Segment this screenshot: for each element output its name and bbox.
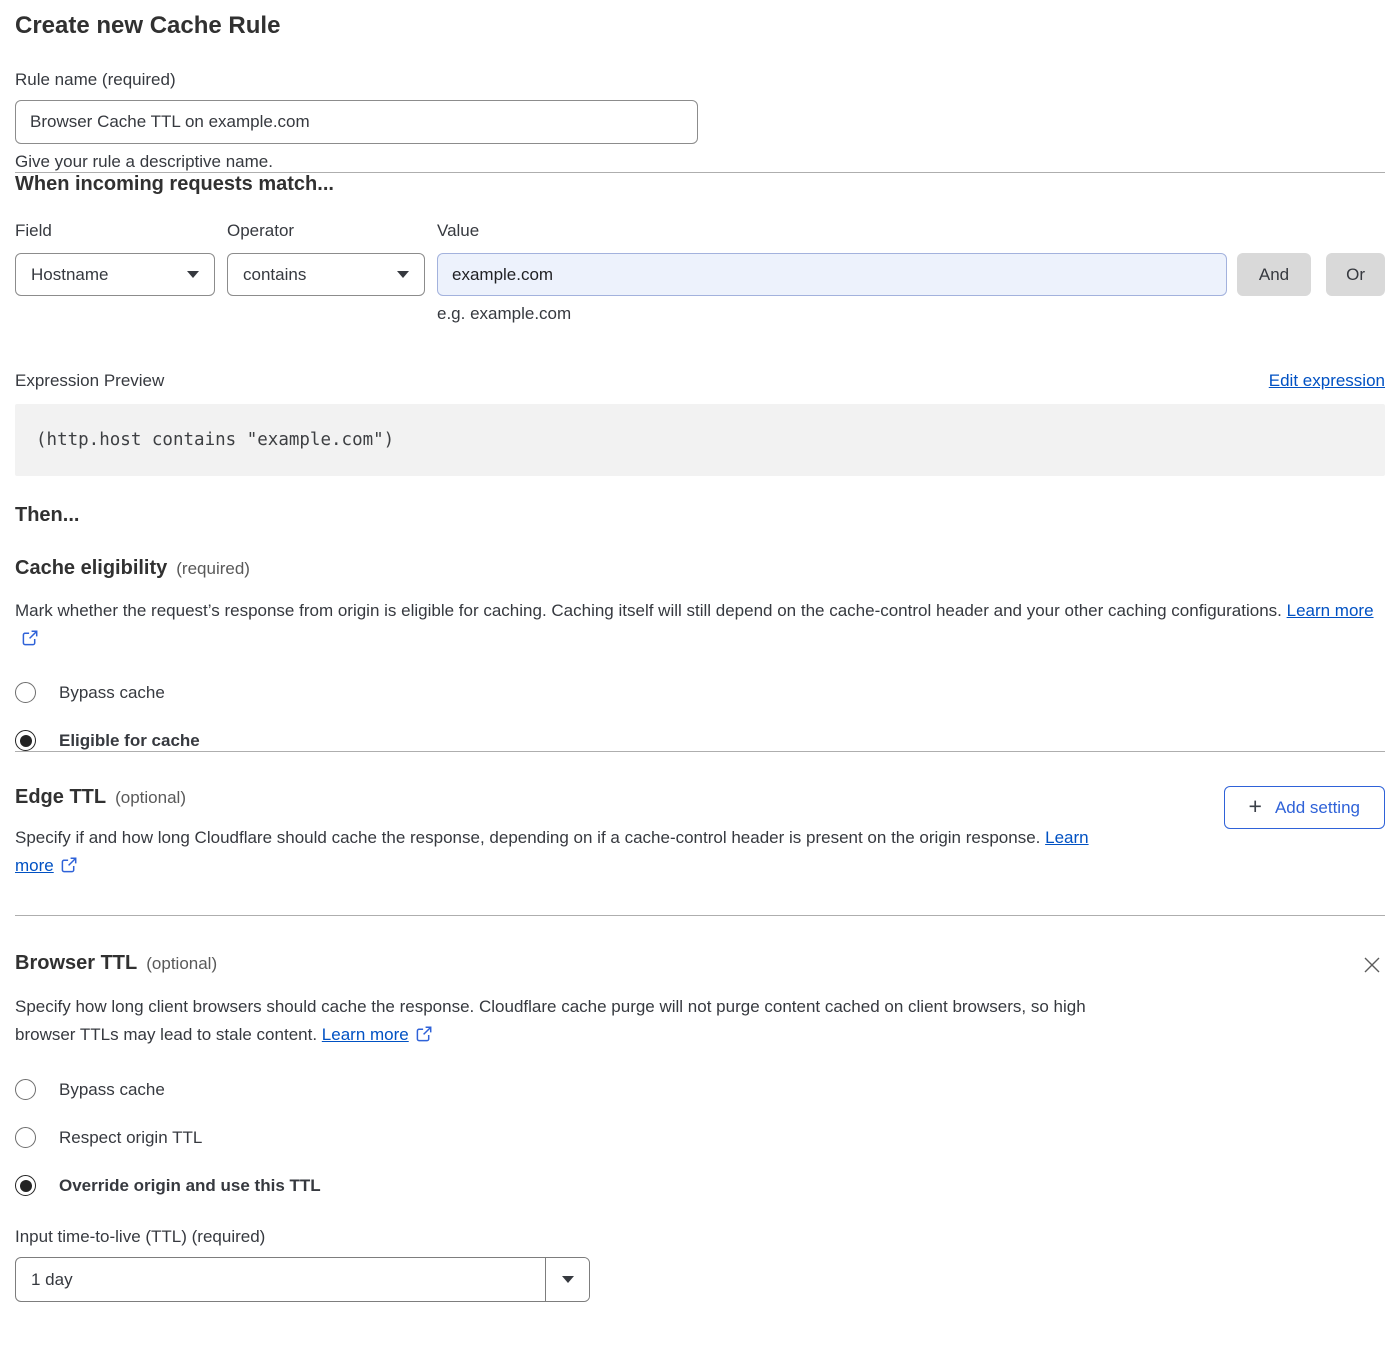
- field-column: Field Hostname: [15, 221, 215, 296]
- browser-ttl-section: Browser TTL (optional) Specify how long …: [15, 916, 1385, 1302]
- remove-browser-ttl-button[interactable]: [1359, 952, 1385, 978]
- value-input[interactable]: [437, 253, 1227, 296]
- operator-select[interactable]: contains: [227, 253, 425, 296]
- edit-expression-link[interactable]: Edit expression: [1269, 371, 1385, 391]
- edge-ttl-title-row: Edge TTL (optional): [15, 786, 1115, 809]
- rule-name-input[interactable]: [15, 100, 698, 144]
- external-link-icon: [416, 1023, 432, 1051]
- cache-eligibility-title-row: Cache eligibility (required): [15, 557, 1385, 580]
- ttl-select[interactable]: 1 day: [15, 1257, 590, 1302]
- rule-name-help: Give your rule a descriptive name.: [15, 152, 1385, 172]
- browser-ttl-description: Specify how long client browsers should …: [15, 993, 1100, 1051]
- match-heading: When incoming requests match...: [15, 173, 1385, 196]
- match-row: Field Hostname Operator contains Value e…: [15, 221, 1385, 324]
- operator-label: Operator: [227, 221, 425, 241]
- caret-down-icon: [562, 1276, 574, 1283]
- browser-ttl-header: Browser TTL (optional): [15, 952, 1385, 978]
- browser-ttl-title: Browser TTL: [15, 952, 137, 975]
- edge-ttl-content: Edge TTL (optional) Specify if and how l…: [15, 786, 1115, 915]
- edge-ttl-section: Edge TTL (optional) Specify if and how l…: [15, 752, 1385, 915]
- value-label: Value: [437, 221, 1227, 241]
- edge-ttl-description: Specify if and how long Cloudflare shoul…: [15, 824, 1115, 882]
- radio-icon: [15, 1175, 36, 1196]
- ttl-input-label: Input time-to-live (TTL) (required): [15, 1227, 1385, 1247]
- caret-down-icon: [187, 271, 199, 278]
- ttl-select-caret-area: [545, 1258, 589, 1301]
- radio-bypass-cache[interactable]: Bypass cache: [15, 682, 1385, 703]
- plus-icon: +: [1249, 795, 1262, 818]
- operator-column: Operator contains: [227, 221, 425, 296]
- radio-respect-origin-ttl[interactable]: Respect origin TTL: [15, 1127, 1385, 1148]
- edge-ttl-title: Edge TTL: [15, 786, 106, 809]
- cache-eligibility-required-tag: (required): [176, 559, 250, 579]
- cache-eligibility-learn-more-link[interactable]: Learn more: [1287, 601, 1374, 620]
- edge-ttl-optional-tag: (optional): [115, 788, 186, 808]
- cache-eligibility-section: Cache eligibility (required) Mark whethe…: [15, 557, 1385, 751]
- expression-code-block: (http.host contains "example.com"): [15, 404, 1385, 476]
- page-title: Create new Cache Rule: [15, 12, 1385, 40]
- external-link-icon: [22, 627, 38, 655]
- radio-icon: [15, 730, 36, 751]
- expression-preview-label: Expression Preview: [15, 371, 164, 391]
- then-heading: Then...: [15, 504, 1385, 527]
- or-button[interactable]: Or: [1326, 253, 1385, 296]
- radio-icon: [15, 1079, 36, 1100]
- and-button[interactable]: And: [1237, 253, 1311, 296]
- cache-eligibility-description: Mark whether the request’s response from…: [15, 597, 1385, 655]
- browser-ttl-optional-tag: (optional): [146, 954, 217, 974]
- field-label: Field: [15, 221, 215, 241]
- browser-ttl-learn-more-link[interactable]: Learn more: [322, 1025, 409, 1044]
- create-cache-rule-form: Create new Cache Rule Rule name (require…: [0, 0, 1400, 1332]
- external-link-icon: [61, 854, 77, 882]
- cache-eligibility-title: Cache eligibility: [15, 557, 167, 580]
- browser-ttl-options: Bypass cache Respect origin TTL Override…: [15, 1079, 1385, 1196]
- operator-select-value: contains: [243, 265, 306, 285]
- value-column: Value e.g. example.com: [437, 221, 1227, 324]
- expression-header: Expression Preview Edit expression: [15, 371, 1385, 391]
- rule-name-label: Rule name (required): [15, 70, 1385, 90]
- close-icon: [1361, 954, 1383, 976]
- radio-icon: [15, 682, 36, 703]
- value-help: e.g. example.com: [437, 304, 1227, 324]
- radio-bypass-cache-browser[interactable]: Bypass cache: [15, 1079, 1385, 1100]
- radio-eligible-for-cache[interactable]: Eligible for cache: [15, 730, 1385, 751]
- radio-icon: [15, 1127, 36, 1148]
- radio-override-origin-ttl[interactable]: Override origin and use this TTL: [15, 1175, 1385, 1196]
- add-setting-button[interactable]: + Add setting: [1224, 786, 1386, 829]
- ttl-select-value: 1 day: [16, 1258, 73, 1301]
- caret-down-icon: [397, 271, 409, 278]
- field-select[interactable]: Hostname: [15, 253, 215, 296]
- field-select-value: Hostname: [31, 265, 108, 285]
- browser-ttl-title-row: Browser TTL (optional): [15, 952, 217, 975]
